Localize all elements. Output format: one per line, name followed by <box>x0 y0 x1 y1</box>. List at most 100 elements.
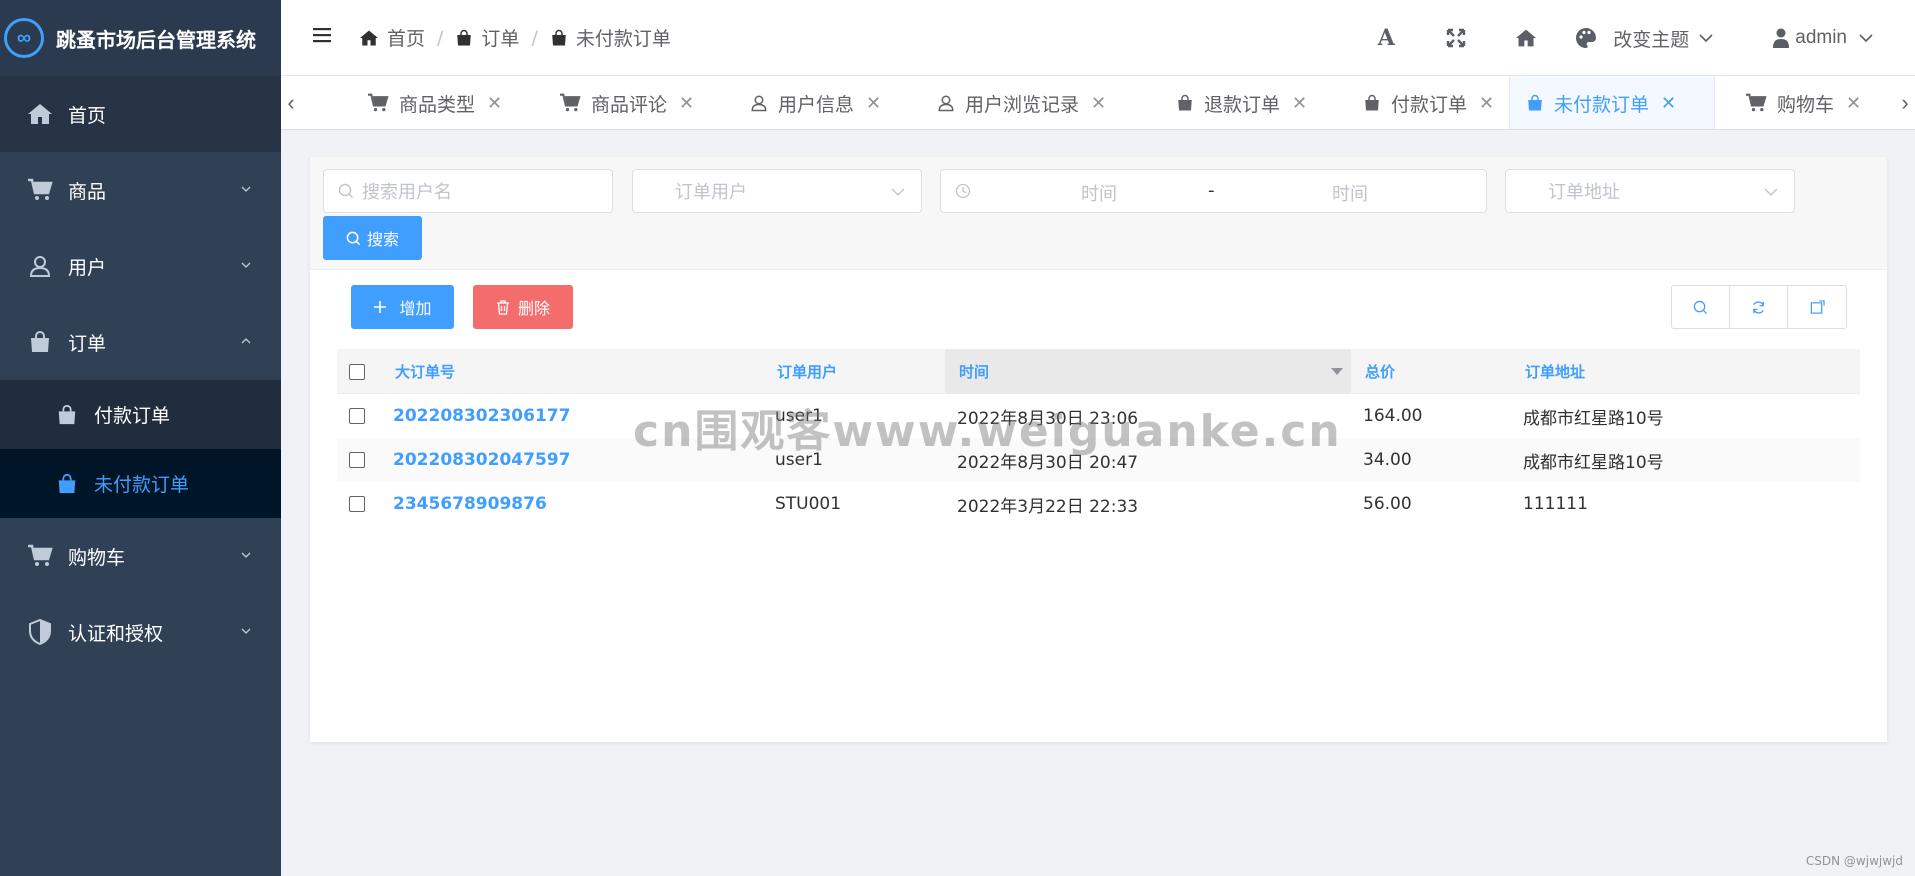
row-select-cell <box>337 394 377 438</box>
user-icon <box>1773 28 1790 48</box>
sidebar-item-cart[interactable]: 购物车 <box>0 518 281 594</box>
order-number-link[interactable]: 2345678909876 <box>393 482 547 526</box>
search-icon <box>1693 300 1708 314</box>
user-dropdown[interactable]: admin <box>1773 27 1873 49</box>
top-navbar: 首页 / 订单 / 未付款订单 A 改变主题 admin <box>281 0 1915 76</box>
close-icon[interactable]: ✕ <box>487 93 502 114</box>
close-icon[interactable]: ✕ <box>866 93 881 114</box>
tab-label: 用户浏览记录 <box>965 93 1080 116</box>
tab-goods-type[interactable]: 商品类型 ✕ <box>351 76 518 129</box>
columns-button[interactable] <box>1788 286 1846 328</box>
refresh-button[interactable] <box>1730 286 1788 328</box>
close-icon[interactable]: ✕ <box>1292 93 1307 114</box>
sidebar: ∞ 跳蚤市场后台管理系统 首页 商品 用户 订单 付款订单 未付款订单 购物车 … <box>0 0 281 876</box>
input-placeholder: 搜索用户名 <box>362 182 452 203</box>
tags-scroll-right[interactable]: › <box>1895 76 1915 129</box>
time-start-placeholder: 时间 <box>1081 184 1117 205</box>
sidebar-item-label: 商品 <box>68 180 107 203</box>
order-address-cell: 成都市红星路10号 <box>1523 408 1664 429</box>
tags-view: ‹ 商品类型 ✕ 商品评论 ✕ 用户信息 ✕ 用户浏览记录 ✕ 退款订单 ✕ 付… <box>281 76 1915 130</box>
app-title: 跳蚤市场后台管理系统 <box>56 27 256 52</box>
column-header-sorted[interactable]: 时间 <box>945 349 1351 394</box>
close-icon[interactable]: ✕ <box>1846 93 1861 114</box>
time-range-picker[interactable]: 时间 - 时间 <box>940 169 1487 213</box>
time-end-placeholder: 时间 <box>1332 184 1368 205</box>
close-icon[interactable]: ✕ <box>1091 93 1106 114</box>
cart-icon <box>26 542 54 570</box>
table-tools <box>1671 285 1847 329</box>
close-icon[interactable]: ✕ <box>1479 93 1494 114</box>
search-button[interactable]: 搜索 <box>323 216 422 260</box>
table-row[interactable]: 2345678909876 STU001 2022年3月22日 22:33 56… <box>337 482 1860 526</box>
select-all-checkbox[interactable] <box>349 363 365 380</box>
order-user-select[interactable]: 订单用户 <box>632 169 922 213</box>
theme-dropdown[interactable]: 改变主题 <box>1575 25 1713 52</box>
sidebar-item-users[interactable]: 用户 <box>0 228 281 304</box>
tab-unpaid-orders[interactable]: 未付款订单 ✕ <box>1509 76 1715 129</box>
delete-button[interactable]: 删除 <box>473 285 573 329</box>
column-header[interactable]: 大订单号 <box>395 349 455 394</box>
fullscreen-button[interactable] <box>1421 0 1491 76</box>
column-header[interactable]: 总价 <box>1365 349 1395 394</box>
logo-icon: ∞ <box>4 18 44 58</box>
tab-paid-orders[interactable]: 付款订单 ✕ <box>1347 76 1510 129</box>
sidebar-item-label: 首页 <box>68 104 107 127</box>
sidebar-item-home[interactable]: 首页 <box>0 76 281 152</box>
tags-scroll-left[interactable]: ‹ <box>281 76 301 129</box>
order-address-select[interactable]: 订单地址 <box>1505 169 1795 213</box>
chevron-down-icon <box>1764 188 1778 196</box>
user-icon <box>937 93 955 113</box>
column-header[interactable]: 订单地址 <box>1525 349 1585 394</box>
sidebar-item-unpaid-orders[interactable]: 未付款订单 <box>0 449 281 518</box>
font-size-icon: A <box>1377 25 1395 51</box>
sidebar-item-auth[interactable]: 认证和授权 <box>0 594 281 670</box>
chevron-down-icon <box>241 262 251 268</box>
row-select-cell <box>337 438 377 482</box>
tab-goods-comments[interactable]: 商品评论 ✕ <box>543 76 710 129</box>
order-number-link[interactable]: 202208302047597 <box>393 438 570 482</box>
sidebar-item-orders[interactable]: 订单 <box>0 304 281 380</box>
sidebar-item-label: 用户 <box>68 256 107 279</box>
navbar-right: A 改变主题 admin <box>1351 0 1915 76</box>
toggle-search-button[interactable] <box>1672 286 1730 328</box>
close-icon[interactable]: ✕ <box>1661 93 1676 114</box>
tab-refund-orders[interactable]: 退款订单 ✕ <box>1160 76 1323 129</box>
add-button[interactable]: 增加 <box>351 285 454 329</box>
column-header[interactable]: 订单用户 <box>777 349 837 394</box>
input-placeholder: 订单用户 <box>675 182 747 203</box>
breadcrumb: 首页 / 订单 / 未付款订单 <box>359 24 671 51</box>
tab-user-browse-history[interactable]: 用户浏览记录 ✕ <box>921 76 1122 129</box>
input-placeholder: 订单地址 <box>1548 182 1620 203</box>
row-checkbox[interactable] <box>349 496 365 512</box>
username-search-input[interactable]: 搜索用户名 <box>323 169 613 213</box>
row-checkbox[interactable] <box>349 408 365 424</box>
fullscreen-icon <box>1447 28 1466 48</box>
breadcrumb-separator: / <box>437 26 444 49</box>
tab-label: 商品评论 <box>591 93 668 116</box>
tab-cart[interactable]: 购物车 ✕ <box>1729 76 1877 129</box>
breadcrumb-home[interactable]: 首页 <box>359 24 425 51</box>
home-button[interactable] <box>1491 0 1561 76</box>
breadcrumb-current: 未付款订单 <box>550 24 671 51</box>
breadcrumb-separator: / <box>531 26 538 49</box>
trash-icon <box>496 299 509 315</box>
bag-icon <box>26 328 54 356</box>
close-icon[interactable]: ✕ <box>679 93 694 114</box>
font-size-button[interactable]: A <box>1351 0 1421 76</box>
tab-label: 退款订单 <box>1204 93 1281 116</box>
order-number-link[interactable]: 202208302306177 <box>393 394 570 438</box>
sidebar-item-goods[interactable]: 商品 <box>0 152 281 228</box>
app-logo[interactable]: ∞ 跳蚤市场后台管理系统 <box>0 0 281 76</box>
search-icon <box>346 231 361 245</box>
chevron-down-icon <box>241 552 251 558</box>
sidebar-item-paid-orders[interactable]: 付款订单 <box>0 380 281 449</box>
tab-user-info[interactable]: 用户信息 ✕ <box>734 76 897 129</box>
shield-icon <box>26 618 54 646</box>
order-total-cell: 34.00 <box>1363 450 1412 470</box>
sidebar-item-label: 认证和授权 <box>68 622 164 645</box>
user-icon <box>750 93 768 113</box>
button-label: 搜索 <box>366 230 399 249</box>
hamburger-icon[interactable] <box>313 27 331 48</box>
breadcrumb-orders[interactable]: 订单 <box>455 24 519 51</box>
row-checkbox[interactable] <box>349 452 365 468</box>
